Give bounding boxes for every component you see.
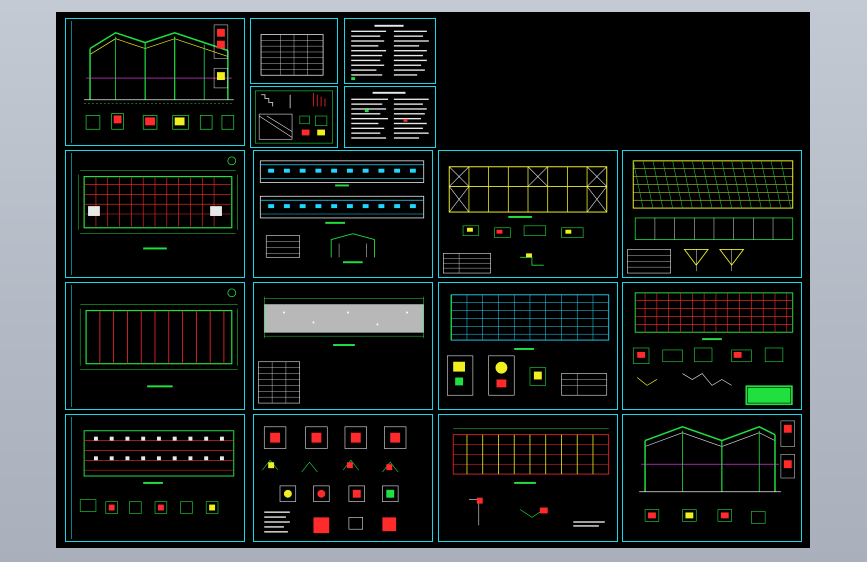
floor-plan-sheet [65, 282, 245, 410]
anchor-bolt-plan-sheet [438, 414, 618, 542]
gable-frame-elevation-drawing [71, 20, 235, 144]
gable-frame-elevation-sheet [65, 18, 245, 146]
foundation-plan-drawing [71, 416, 235, 540]
design-notes-drawing-2 [351, 91, 429, 139]
roof-plan-drawing [71, 152, 238, 276]
design-notes-sheet-1 [344, 18, 436, 84]
wall-purlin-drawing [446, 294, 610, 396]
longitudinal-elevation-sheet [253, 150, 433, 278]
roof-beam-layout-drawing [632, 292, 794, 406]
cross-section-sheet [622, 414, 802, 542]
slab-layout-sheet [253, 282, 433, 410]
cad-drawing-canvas [56, 12, 810, 548]
material-table-sheet [250, 18, 338, 84]
column-bracing-drawing [443, 166, 608, 274]
design-notes-sheet-2 [344, 86, 436, 148]
anchor-bolt-plan-drawing [452, 428, 610, 527]
material-table-drawing [260, 34, 324, 76]
design-notes-drawing-1 [351, 24, 429, 81]
floor-plan-drawing [71, 284, 238, 408]
longitudinal-elevation-drawing [259, 160, 425, 264]
roof-plan-sheet [65, 150, 245, 278]
stair-details-sheet [250, 86, 338, 148]
foundation-details-sheet [253, 414, 433, 542]
cross-section-drawing [639, 420, 795, 524]
column-bracing-sheet [438, 150, 618, 278]
roof-purlin-sheet [622, 150, 802, 278]
roof-purlin-drawing [627, 160, 794, 274]
foundation-plan-sheet [65, 414, 245, 542]
wall-purlin-sheet [438, 282, 618, 410]
stair-details-drawing [255, 90, 333, 144]
slab-layout-drawing [258, 296, 425, 404]
roof-beam-layout-sheet [622, 282, 802, 410]
foundation-details-drawing [262, 426, 407, 534]
